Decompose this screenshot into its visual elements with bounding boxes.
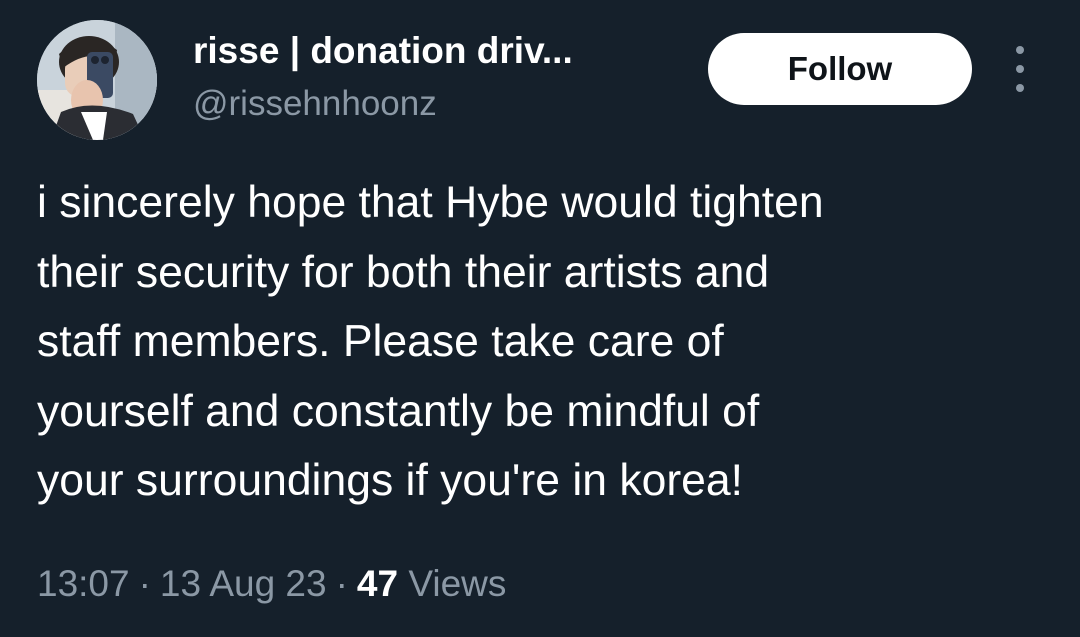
tweet-date[interactable]: 13 Aug 23 [160,563,327,604]
author-display-name[interactable]: risse | donation driv... [193,28,663,74]
avatar[interactable] [37,20,157,140]
tweet-text-line: your surroundings if you're in korea! [37,456,744,505]
tweet-text-line: yourself and constantly be mindful of [37,386,760,436]
tweet-text-line: their security for both their artists an… [37,247,770,297]
meta-separator: · [138,563,151,604]
tweet-time[interactable]: 13:07 [37,563,130,604]
tweet-text-line: staff members. Please take care of [37,317,724,366]
more-dot [1016,46,1024,54]
tweet-text: i sincerely hope that Hybe would tighten… [37,168,1047,516]
avatar-image [37,20,157,140]
more-vertical-icon[interactable] [1003,46,1037,92]
more-dot [1016,65,1024,73]
follow-button[interactable]: Follow [708,33,972,105]
views-count: 47 [356,563,399,604]
tweet-text-line: i sincerely hope that Hybe would tighten [37,178,824,227]
more-dot [1016,84,1024,92]
tweet-meta: 13:07 · 13 Aug 23 · 47 Views [37,560,506,608]
meta-separator: · [335,563,348,604]
views-label: Views [408,563,507,604]
tweet-card: risse | donation driv... @rissehnhoonz F… [0,0,1080,637]
author-handle[interactable]: @rissehnhoonz [193,82,437,126]
